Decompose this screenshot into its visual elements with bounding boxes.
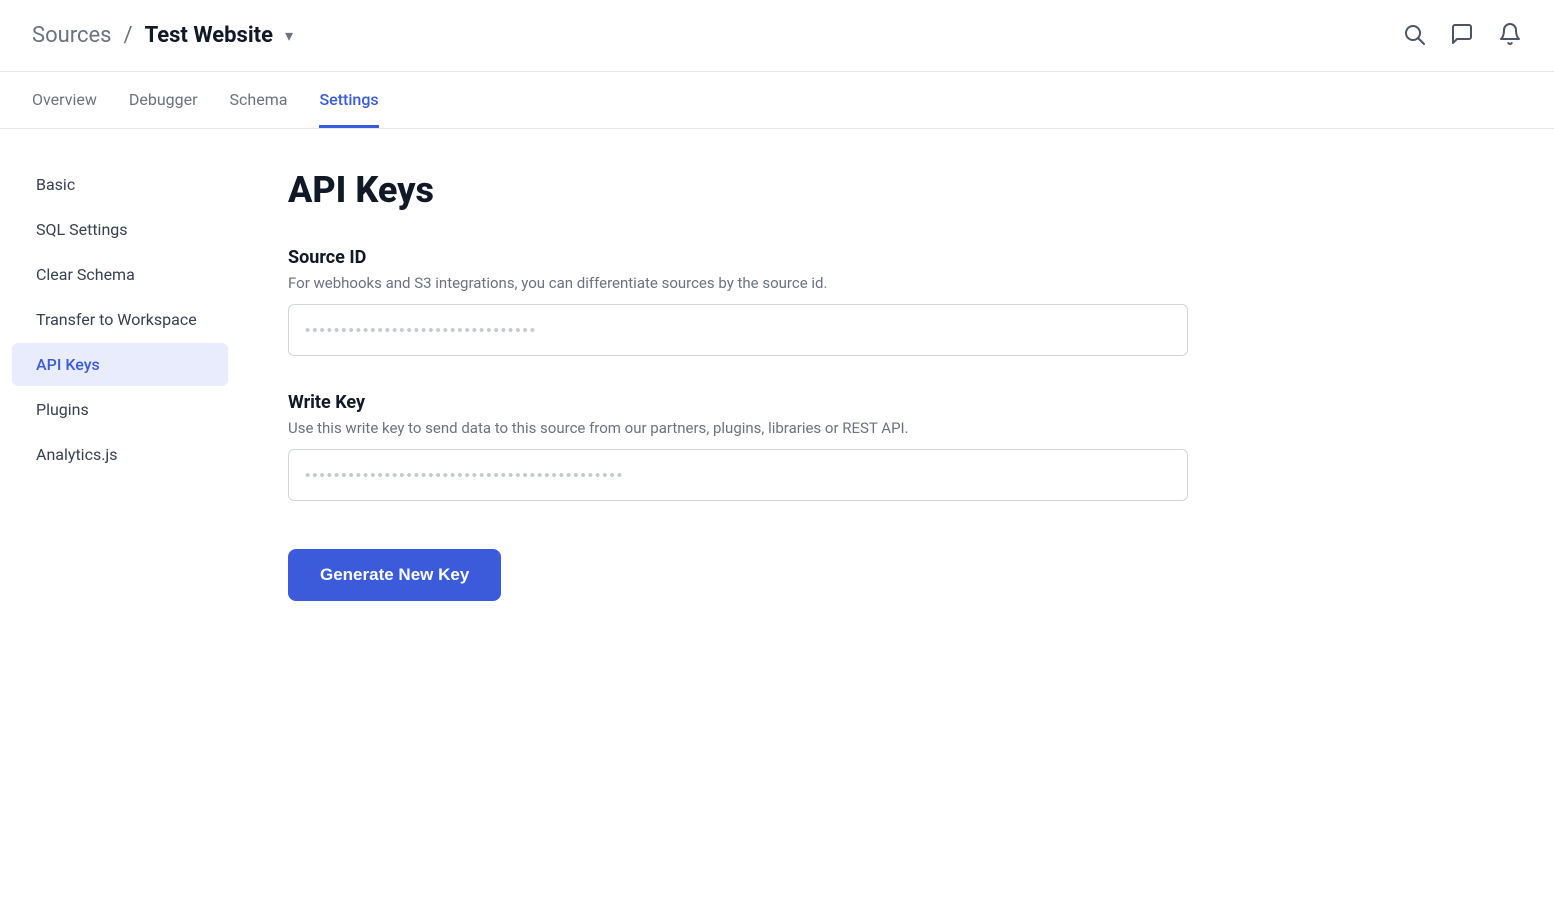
main-content: API Keys Source ID For webhooks and S3 i…: [240, 129, 1554, 901]
messages-icon[interactable]: [1450, 22, 1474, 50]
header: Sources / Test Website ▾: [0, 0, 1554, 72]
notifications-icon[interactable]: [1498, 22, 1522, 50]
source-id-section: Source ID For webhooks and S3 integratio…: [288, 247, 1506, 356]
tab-overview[interactable]: Overview: [32, 72, 97, 128]
sidebar-item-transfer-to-workspace[interactable]: Transfer to Workspace: [12, 298, 228, 341]
page-title-header: Test Website: [145, 23, 273, 48]
tabs-nav: Overview Debugger Schema Settings: [0, 72, 1554, 129]
sources-link[interactable]: Sources: [32, 23, 112, 48]
settings-sidebar: Basic SQL Settings Clear Schema Transfer…: [0, 129, 240, 901]
header-icons: [1402, 22, 1522, 50]
breadcrumb-separator: /: [124, 23, 133, 48]
source-id-label: Source ID: [288, 247, 1506, 268]
header-left: Sources / Test Website ▾: [32, 23, 293, 48]
sidebar-item-api-keys[interactable]: API Keys: [12, 343, 228, 386]
generate-new-key-button[interactable]: Generate New Key: [288, 549, 501, 601]
write-key-input[interactable]: [288, 449, 1188, 501]
tab-debugger[interactable]: Debugger: [129, 72, 198, 128]
sidebar-item-clear-schema[interactable]: Clear Schema: [12, 253, 228, 296]
sidebar-item-sql-settings[interactable]: SQL Settings: [12, 208, 228, 251]
write-key-label: Write Key: [288, 392, 1506, 413]
content-area: Basic SQL Settings Clear Schema Transfer…: [0, 129, 1554, 901]
title-dropdown-chevron[interactable]: ▾: [285, 26, 293, 45]
write-key-section: Write Key Use this write key to send dat…: [288, 392, 1506, 501]
api-keys-title: API Keys: [288, 169, 1506, 211]
sidebar-item-plugins[interactable]: Plugins: [12, 388, 228, 431]
search-icon[interactable]: [1402, 22, 1426, 50]
sidebar-item-analytics-js[interactable]: Analytics.js: [12, 433, 228, 476]
sidebar-item-basic[interactable]: Basic: [12, 163, 228, 206]
source-id-description: For webhooks and S3 integrations, you ca…: [288, 274, 1506, 292]
tab-schema[interactable]: Schema: [230, 72, 288, 128]
tab-settings[interactable]: Settings: [319, 72, 378, 128]
write-key-description: Use this write key to send data to this …: [288, 419, 1506, 437]
source-id-input[interactable]: [288, 304, 1188, 356]
